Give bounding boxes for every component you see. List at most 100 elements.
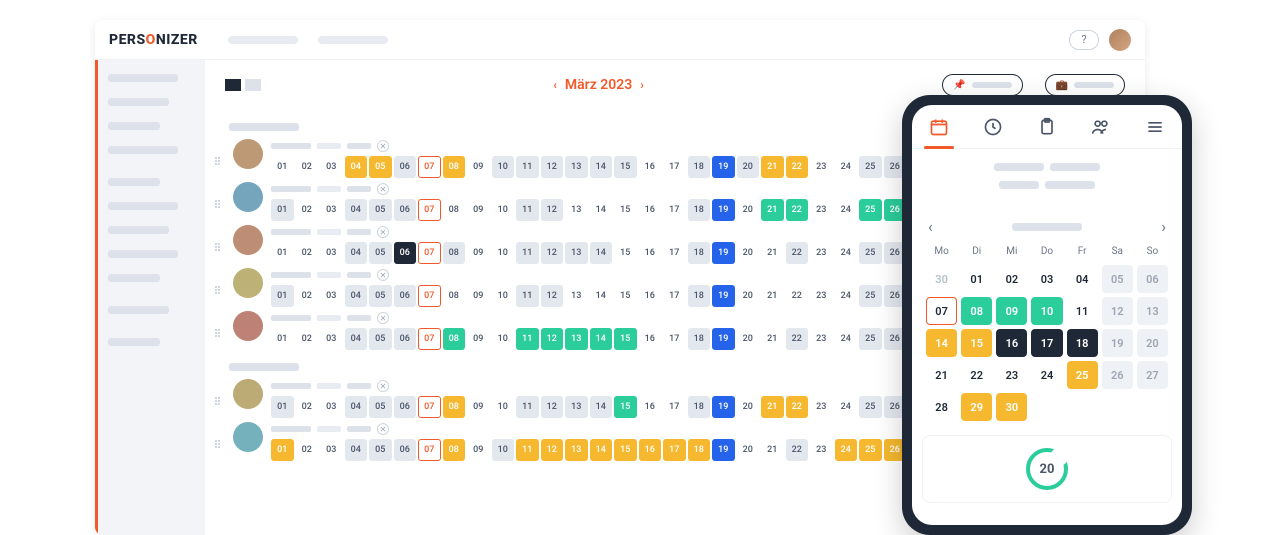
day-cell[interactable]: 09	[467, 242, 490, 264]
mobile-day-cell[interactable]: 14	[926, 329, 957, 357]
day-cell[interactable]: 05	[369, 328, 392, 350]
day-cell[interactable]: 05	[369, 156, 392, 178]
nav-item-placeholder[interactable]	[318, 36, 388, 44]
mobile-day-cell[interactable]: 10	[1031, 297, 1062, 325]
view-grid-icon[interactable]	[245, 79, 261, 91]
day-cell[interactable]: 07	[418, 156, 441, 178]
day-cell[interactable]: 11	[516, 199, 539, 221]
day-cell[interactable]: 14	[590, 328, 613, 350]
mobile-day-cell[interactable]: 30	[996, 393, 1027, 421]
day-cell[interactable]: 04	[345, 156, 368, 178]
day-cell[interactable]: 25	[859, 242, 882, 264]
day-cell[interactable]: 02	[296, 328, 319, 350]
day-cell[interactable]: 06	[394, 156, 417, 178]
day-cell[interactable]: 09	[467, 199, 490, 221]
day-cell[interactable]: 25	[859, 156, 882, 178]
day-cell[interactable]: 15	[614, 396, 637, 418]
day-cell[interactable]: 22	[786, 199, 809, 221]
day-cell[interactable]: 06	[394, 242, 417, 264]
day-cell[interactable]: 21	[761, 328, 784, 350]
drag-handle-icon[interactable]	[215, 286, 225, 294]
day-cell[interactable]: 09	[467, 396, 490, 418]
day-cell[interactable]: 04	[345, 285, 368, 307]
day-cell[interactable]: 05	[369, 199, 392, 221]
day-cell[interactable]: 02	[296, 242, 319, 264]
day-cell[interactable]: 04	[345, 242, 368, 264]
sidebar-item[interactable]	[108, 202, 178, 210]
day-cell[interactable]: 22	[786, 156, 809, 178]
day-cell[interactable]: 15	[614, 242, 637, 264]
mobile-day-cell[interactable]: 29	[961, 393, 992, 421]
day-cell[interactable]: 15	[614, 439, 637, 461]
day-cell[interactable]: 24	[835, 156, 858, 178]
day-cell[interactable]: 22	[786, 242, 809, 264]
day-cell[interactable]: 08	[443, 328, 466, 350]
mobile-day-cell[interactable]: 21	[926, 361, 957, 389]
day-cell[interactable]: 07	[418, 439, 441, 461]
day-cell[interactable]: 23	[810, 156, 833, 178]
person-avatar[interactable]	[233, 268, 263, 298]
nav-item-placeholder[interactable]	[228, 36, 298, 44]
day-cell[interactable]: 03	[320, 285, 343, 307]
day-cell[interactable]: 20	[737, 242, 760, 264]
close-icon[interactable]: ✕	[377, 140, 389, 152]
help-button[interactable]: ?	[1069, 30, 1099, 50]
mobile-day-cell[interactable]: 13	[1137, 297, 1168, 325]
day-cell[interactable]: 20	[737, 439, 760, 461]
day-cell[interactable]: 06	[394, 439, 417, 461]
mobile-day-cell[interactable]: 20	[1137, 329, 1168, 357]
day-cell[interactable]: 22	[786, 328, 809, 350]
mobile-day-cell[interactable]: 22	[961, 361, 992, 389]
day-cell[interactable]: 23	[810, 328, 833, 350]
day-cell[interactable]: 10	[492, 328, 515, 350]
day-cell[interactable]: 23	[810, 242, 833, 264]
day-cell[interactable]: 06	[394, 199, 417, 221]
close-icon[interactable]: ✕	[377, 269, 389, 281]
day-cell[interactable]: 16	[639, 396, 662, 418]
mobile-day-cell[interactable]: 27	[1137, 361, 1168, 389]
day-cell[interactable]: 13	[565, 199, 588, 221]
day-cell[interactable]: 02	[296, 285, 319, 307]
drag-handle-icon[interactable]	[215, 157, 225, 165]
person-avatar[interactable]	[233, 379, 263, 409]
day-cell[interactable]: 12	[541, 328, 564, 350]
day-cell[interactable]: 16	[639, 242, 662, 264]
prev-month-button[interactable]: ‹	[553, 78, 557, 92]
day-cell[interactable]: 14	[590, 285, 613, 307]
day-cell[interactable]: 02	[296, 199, 319, 221]
day-cell[interactable]: 08	[443, 156, 466, 178]
day-cell[interactable]: 17	[663, 439, 686, 461]
day-cell[interactable]: 19	[712, 285, 735, 307]
day-cell[interactable]: 21	[761, 156, 784, 178]
day-cell[interactable]: 12	[541, 285, 564, 307]
mobile-day-cell[interactable]: 03	[1031, 265, 1062, 293]
day-cell[interactable]: 11	[516, 439, 539, 461]
day-cell[interactable]: 08	[443, 396, 466, 418]
day-cell[interactable]: 03	[320, 439, 343, 461]
day-cell[interactable]: 09	[467, 156, 490, 178]
day-cell[interactable]: 05	[369, 439, 392, 461]
sidebar-item[interactable]	[108, 74, 178, 82]
day-cell[interactable]: 13	[565, 285, 588, 307]
day-cell[interactable]: 23	[810, 285, 833, 307]
sidebar-item[interactable]	[108, 226, 169, 234]
day-cell[interactable]: 24	[835, 199, 858, 221]
day-cell[interactable]: 24	[835, 439, 858, 461]
drag-handle-icon[interactable]	[215, 243, 225, 251]
day-cell[interactable]: 20	[737, 199, 760, 221]
close-icon[interactable]: ✕	[377, 183, 389, 195]
mobile-day-cell[interactable]: 04	[1067, 265, 1098, 293]
mobile-day-cell[interactable]: 23	[996, 361, 1027, 389]
day-cell[interactable]: 15	[614, 156, 637, 178]
day-cell[interactable]: 25	[859, 285, 882, 307]
drag-handle-icon[interactable]	[215, 397, 225, 405]
day-cell[interactable]: 13	[565, 439, 588, 461]
day-cell[interactable]: 07	[418, 242, 441, 264]
person-avatar[interactable]	[233, 182, 263, 212]
day-cell[interactable]: 19	[712, 242, 735, 264]
day-cell[interactable]: 19	[712, 439, 735, 461]
day-cell[interactable]: 19	[712, 199, 735, 221]
day-cell[interactable]: 19	[712, 328, 735, 350]
day-cell[interactable]: 11	[516, 328, 539, 350]
day-cell[interactable]: 12	[541, 156, 564, 178]
